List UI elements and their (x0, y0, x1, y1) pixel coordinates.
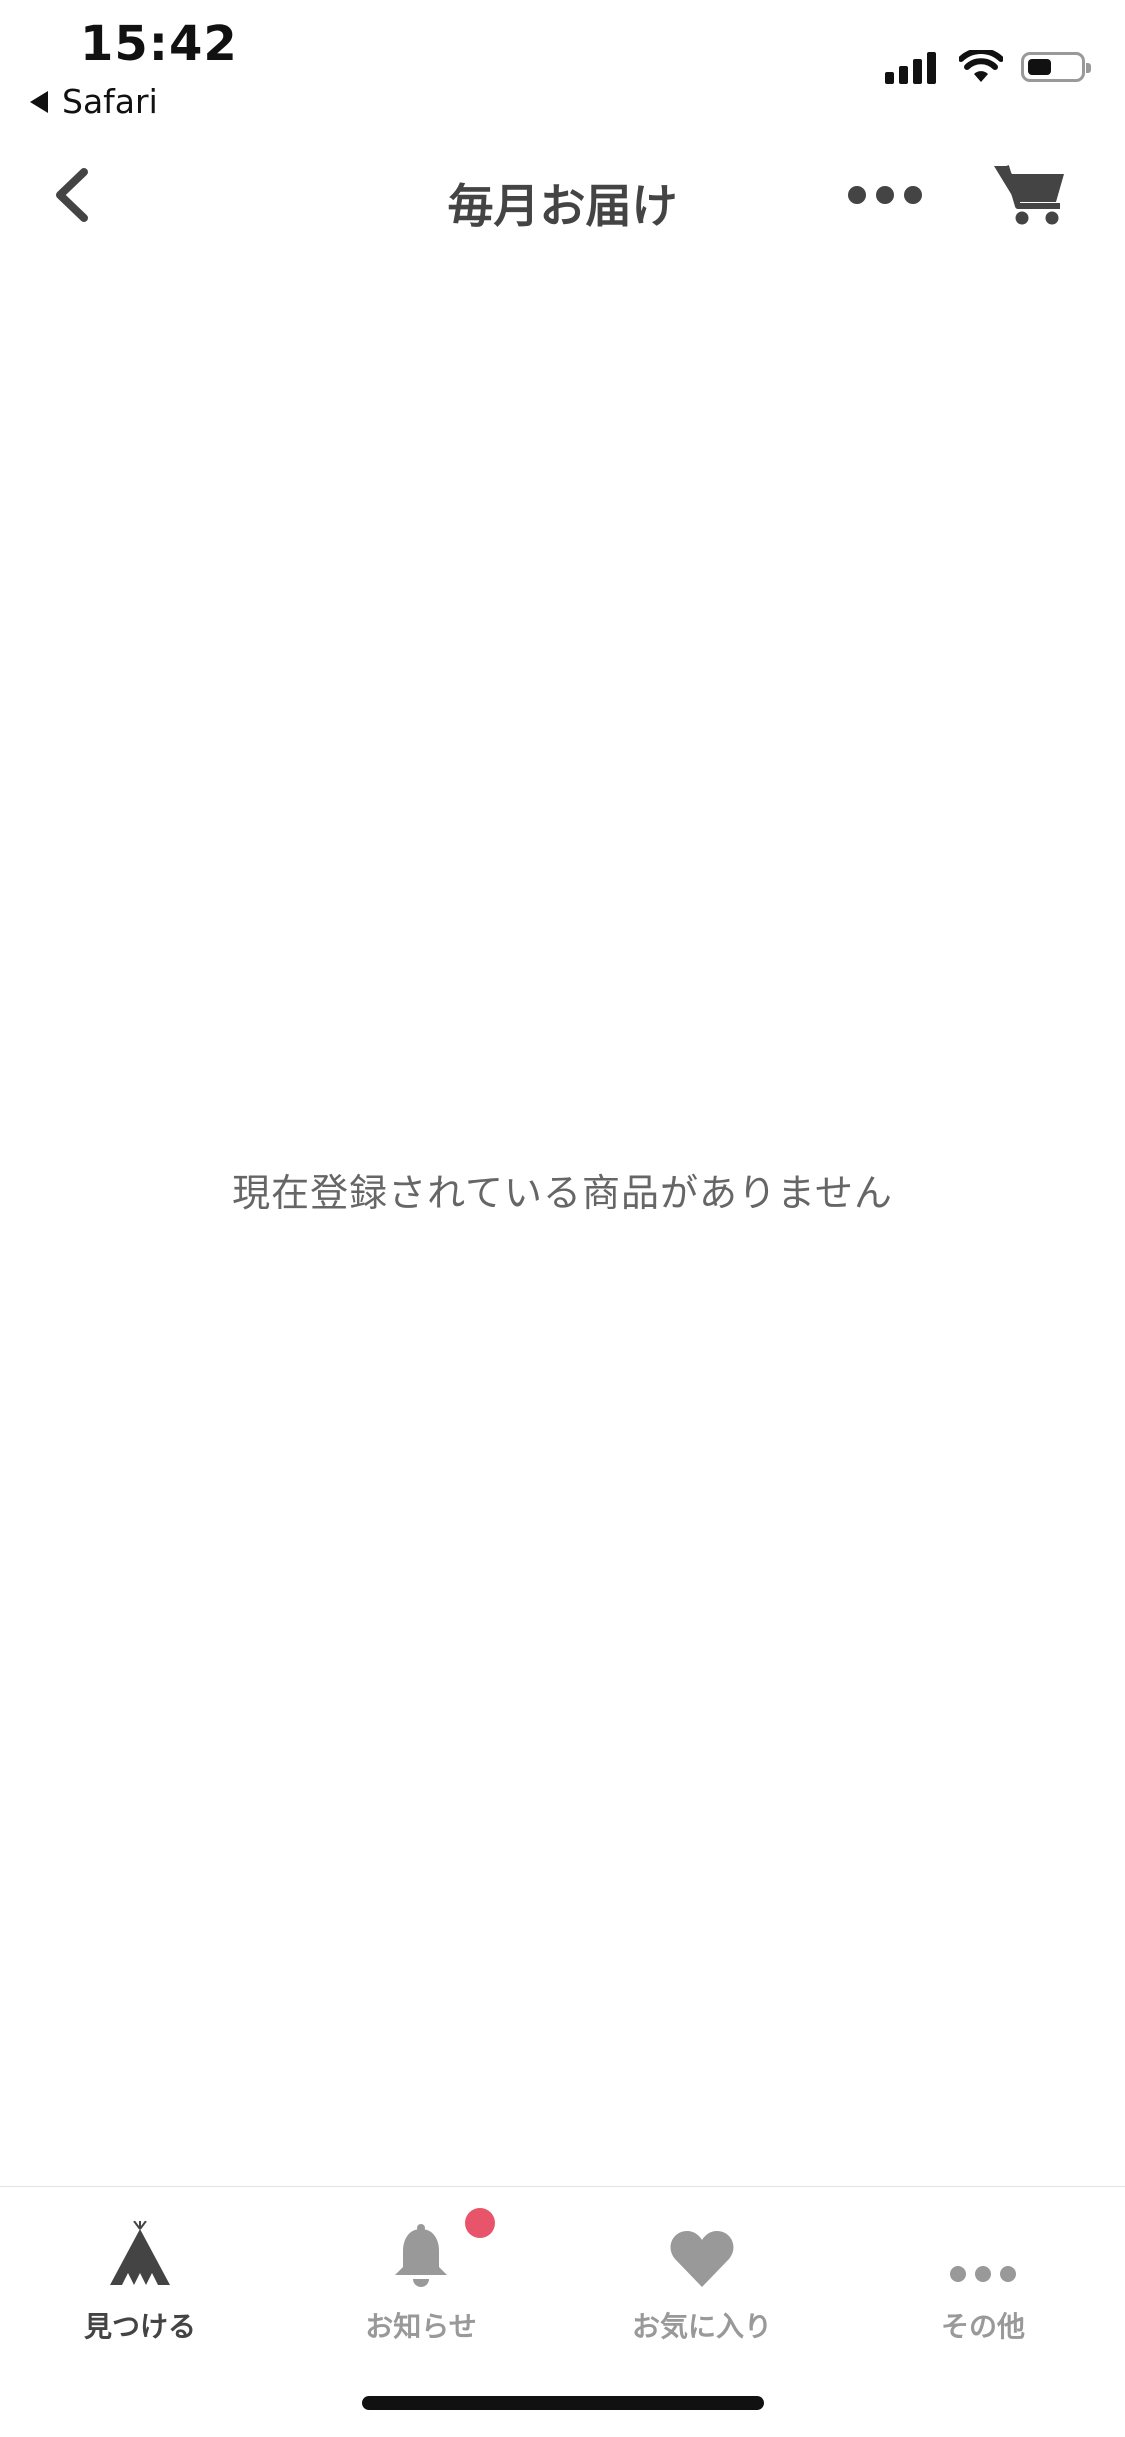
tab-notifications-label: お知らせ (365, 2310, 477, 2343)
nav-bar: 毎月お届け (0, 130, 1125, 260)
notification-badge (465, 2208, 495, 2238)
home-indicator[interactable] (362, 2396, 764, 2410)
back-app-label: Safari (62, 82, 158, 121)
more-icon (950, 2266, 1016, 2282)
cart-icon (994, 165, 1064, 225)
heart-icon (670, 2231, 734, 2287)
tab-favorites[interactable]: お気に入り (582, 2209, 822, 2343)
battery-icon (1021, 52, 1091, 82)
tab-other[interactable]: その他 (863, 2209, 1103, 2343)
tent-icon (110, 2221, 170, 2285)
tab-discover[interactable]: 見つける (20, 2209, 260, 2343)
back-triangle-icon (30, 90, 48, 113)
signal-icon (885, 50, 941, 84)
tab-notifications[interactable]: お知らせ (301, 2209, 541, 2343)
tab-favorites-label: お気に入り (631, 2310, 772, 2343)
status-bar: 15:42 Safari (0, 0, 1125, 130)
more-icon (848, 186, 922, 204)
tab-discover-label: 見つける (83, 2310, 196, 2343)
back-to-safari[interactable]: Safari (30, 82, 158, 121)
tab-other-label: その他 (940, 2310, 1025, 2343)
page-title: 毎月お届け (447, 179, 678, 233)
cart-button[interactable] (990, 158, 1070, 228)
status-icons (885, 50, 1091, 84)
empty-state-message: 現在登録されている商品がありません (232, 1171, 893, 1215)
more-button[interactable] (845, 170, 925, 220)
status-time: 15:42 (80, 16, 238, 72)
wifi-icon (959, 50, 1003, 82)
bell-icon (395, 2224, 447, 2287)
